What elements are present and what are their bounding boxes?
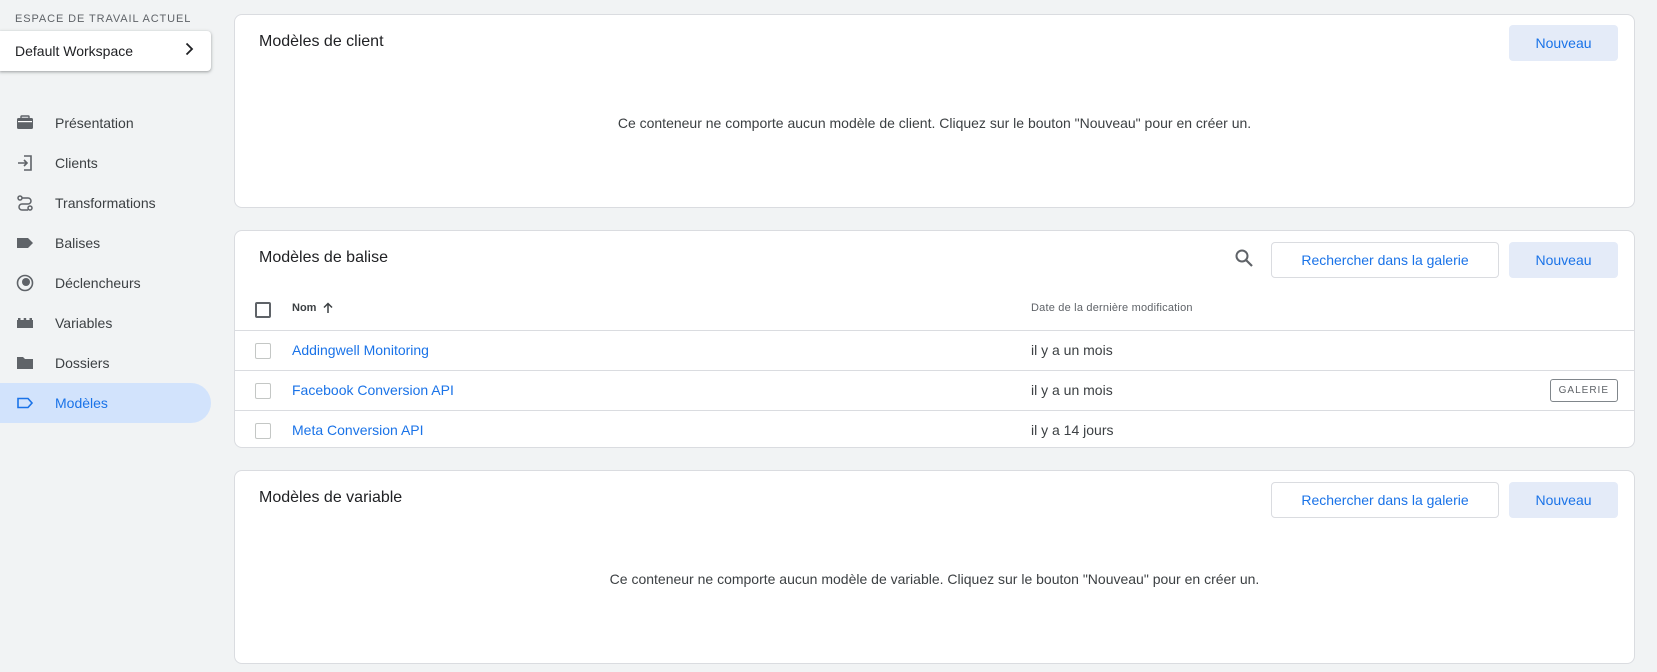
sidebar-item-dossiers[interactable]: Dossiers: [0, 343, 211, 383]
tag-templates-card: Modèles de balise Rechercher dans la gal…: [234, 230, 1635, 448]
workspace-name: Default Workspace: [15, 43, 134, 59]
row-checkbox[interactable]: [255, 423, 271, 439]
trigger-icon: [15, 273, 35, 293]
table-row: Facebook Conversion API il y a un mois G…: [235, 371, 1634, 411]
gallery-badge: GALERIE: [1549, 379, 1618, 402]
card-title: Modèles de variable: [259, 489, 403, 506]
sidebar-item-label: Balises: [55, 235, 101, 251]
template-icon: [15, 393, 35, 413]
search-gallery-button[interactable]: Rechercher dans la galerie: [1271, 482, 1499, 518]
column-header-date[interactable]: Date de la dernière modification: [1031, 302, 1193, 314]
variables-icon: [15, 313, 35, 333]
workspace-selector[interactable]: Default Workspace: [0, 31, 211, 71]
template-name-link[interactable]: Meta Conversion API: [292, 422, 424, 438]
modified-date: il y a un mois: [1031, 342, 1113, 358]
sidebar-item-clients[interactable]: Clients: [0, 143, 211, 183]
template-name-link[interactable]: Addingwell Monitoring: [292, 342, 429, 358]
sidebar-item-variables[interactable]: Variables: [0, 303, 211, 343]
table-body: Addingwell Monitoring il y a un mois Fac…: [235, 331, 1634, 449]
sidebar: ESPACE DE TRAVAIL ACTUEL Default Workspa…: [0, 0, 211, 672]
client-templates-card: Modèles de client Nouveau Ce conteneur n…: [234, 14, 1635, 208]
route-icon: [15, 193, 35, 213]
sidebar-item-transformations[interactable]: Transformations: [0, 183, 211, 223]
briefcase-icon: [15, 113, 35, 133]
table-row: Meta Conversion API il y a 14 jours: [235, 411, 1634, 451]
card-title: Modèles de client: [259, 33, 384, 50]
new-variable-template-button[interactable]: Nouveau: [1509, 482, 1618, 518]
login-icon: [15, 153, 35, 173]
table-row: Addingwell Monitoring il y a un mois: [235, 331, 1634, 371]
tag-icon: [15, 233, 35, 253]
empty-message: Ce conteneur ne comporte aucun modèle de…: [617, 115, 1252, 131]
folder-icon: [15, 353, 35, 373]
new-client-template-button[interactable]: Nouveau: [1509, 25, 1618, 61]
sidebar-item-label: Déclencheurs: [55, 275, 141, 291]
sidebar-item-presentation[interactable]: Présentation: [0, 103, 211, 143]
row-checkbox[interactable]: [255, 383, 271, 399]
sidebar-item-balises[interactable]: Balises: [0, 223, 211, 263]
sidebar-nav: Présentation Clients Transformations Bal…: [0, 103, 211, 423]
variable-templates-card: Modèles de variable Rechercher dans la g…: [234, 470, 1635, 664]
arrow-up-icon: [322, 302, 334, 314]
modified-date: il y a 14 jours: [1031, 422, 1114, 438]
column-header-name[interactable]: Nom: [292, 302, 334, 314]
column-header-name-label: Nom: [292, 302, 317, 314]
select-all-checkbox[interactable]: [255, 302, 271, 318]
workspace-label: ESPACE DE TRAVAIL ACTUEL: [15, 13, 192, 25]
row-checkbox[interactable]: [255, 343, 271, 359]
sidebar-item-label: Présentation: [55, 115, 134, 131]
template-name-link[interactable]: Facebook Conversion API: [292, 382, 454, 398]
new-tag-template-button[interactable]: Nouveau: [1509, 242, 1618, 278]
sidebar-item-label: Variables: [55, 315, 113, 331]
search-icon[interactable]: [1234, 248, 1254, 268]
card-title: Modèles de balise: [259, 249, 388, 266]
sidebar-item-label: Clients: [55, 155, 98, 171]
sidebar-item-label: Dossiers: [55, 355, 110, 371]
modified-date: il y a un mois: [1031, 382, 1113, 398]
search-gallery-button[interactable]: Rechercher dans la galerie: [1271, 242, 1499, 278]
sidebar-item-label: Modèles: [55, 395, 108, 411]
sidebar-item-modeles[interactable]: Modèles: [0, 383, 211, 423]
chevron-right-icon: [181, 41, 197, 62]
sidebar-item-label: Transformations: [55, 195, 156, 211]
sidebar-item-declencheurs[interactable]: Déclencheurs: [0, 263, 211, 303]
table-header: Nom Date de la dernière modification: [235, 287, 1634, 331]
empty-message: Ce conteneur ne comporte aucun modèle de…: [609, 571, 1260, 587]
